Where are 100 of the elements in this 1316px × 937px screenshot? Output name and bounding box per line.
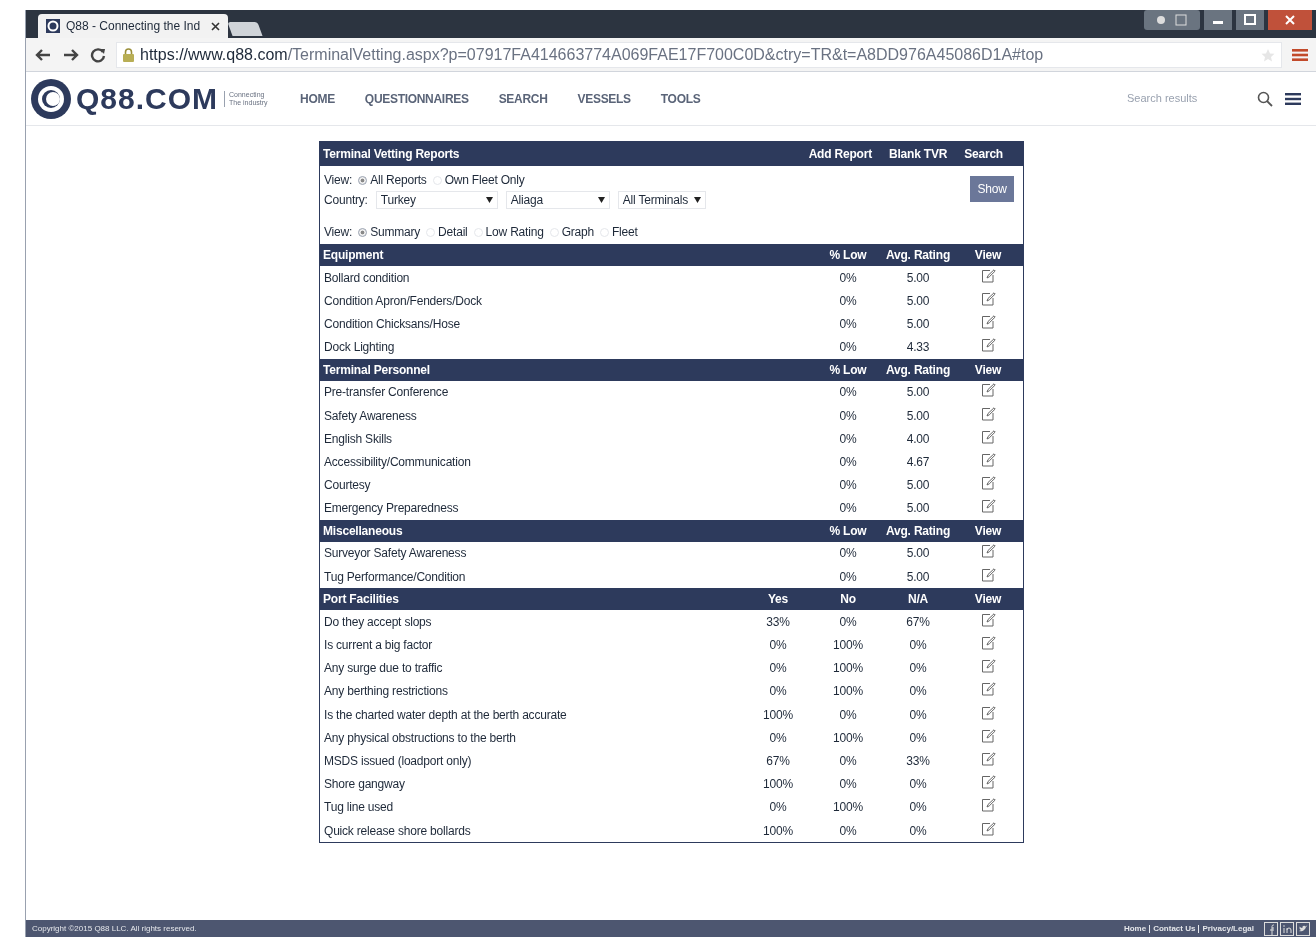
table-cell-text: 0% — [908, 637, 928, 655]
table-cell-text: 0% — [908, 683, 928, 701]
nav-link[interactable]: SEARCH — [498, 89, 548, 108]
dropdown[interactable]: All Terminals — [617, 191, 706, 209]
table-cell-text: 0% — [838, 453, 858, 471]
edit-icon[interactable] — [980, 821, 996, 836]
address-bar[interactable]: https://www.q88.com/TerminalVetting.aspx?p=07917FA414663774A069FAE17F700C0D&ctry=TR&t=A8DD976A45086D1A#top — [116, 41, 1282, 68]
footer-link[interactable]: Home — [1123, 924, 1147, 933]
nav-link[interactable]: QUESTIONNAIRES — [364, 89, 469, 108]
radio-button[interactable] — [358, 227, 368, 237]
search-icon[interactable] — [1257, 90, 1273, 107]
edit-icon[interactable] — [980, 429, 996, 444]
table-cell-text: 5.00 — [905, 500, 931, 518]
caret-icon — [597, 197, 605, 203]
social-icon[interactable] — [1280, 921, 1294, 936]
table-cell-text: 0% — [838, 822, 858, 840]
table-cell-text: 100% — [762, 776, 794, 794]
edit-icon[interactable] — [980, 775, 996, 790]
table-cell-text: 0% — [838, 776, 858, 794]
nav-link[interactable]: TOOLS — [660, 89, 701, 108]
table-cell-text: 0% — [908, 776, 928, 794]
table-cell-text: 0% — [768, 683, 788, 701]
column-header: No — [839, 591, 857, 609]
show-button[interactable]: Show — [970, 176, 1014, 202]
dropdown[interactable]: Turkey — [375, 191, 498, 209]
row-label: Bollard condition — [324, 269, 411, 287]
table-cell-text: 0% — [908, 706, 928, 724]
table-cell-text: 0% — [768, 799, 788, 817]
edit-icon[interactable] — [980, 682, 996, 697]
section-title: Port Facilities — [323, 591, 400, 609]
table-cell-text: 33% — [765, 613, 791, 631]
table-cell-text: 0% — [838, 477, 858, 495]
row-label: English Skills — [324, 430, 393, 448]
row-label: Dock Lighting — [324, 339, 396, 357]
copyright-text: Copyright ©2015 Q88 LLC. All rights reserved. — [32, 922, 197, 935]
bird-icon[interactable] — [1296, 921, 1310, 936]
edit-icon[interactable] — [980, 544, 996, 559]
edit-icon[interactable] — [980, 499, 996, 514]
dropdown[interactable]: Aliaga — [505, 191, 610, 209]
close-icon[interactable] — [211, 21, 220, 31]
column-header: % Low — [828, 247, 868, 264]
edit-icon[interactable] — [980, 406, 996, 421]
radio-label: All Reports — [370, 172, 427, 189]
nav-link[interactable]: VESSELS — [577, 89, 631, 108]
edit-icon[interactable] — [980, 291, 996, 306]
edit-icon[interactable] — [980, 751, 996, 766]
column-header: Avg. Rating — [885, 361, 951, 379]
new-tab-button[interactable] — [227, 22, 263, 36]
edit-icon[interactable] — [980, 383, 996, 398]
edit-icon[interactable] — [980, 452, 996, 467]
footer-link[interactable]: Contact Us — [1149, 924, 1196, 933]
row-label: Courtesy — [324, 477, 372, 495]
section-title: Miscellaneous — [323, 522, 404, 540]
forward-icon[interactable] — [62, 47, 80, 62]
header-link[interactable]: Blank TVR — [888, 145, 948, 163]
table-cell-text: 0% — [838, 613, 858, 631]
browser-tab[interactable]: Q88 - Connecting the Ind — [38, 14, 228, 38]
radio-label: Own Fleet Only — [444, 172, 525, 189]
minimize-icon[interactable] — [1204, 10, 1232, 30]
table-cell-text: 5.00 — [905, 545, 931, 563]
edit-icon[interactable] — [980, 798, 996, 813]
window-tools-icon[interactable] — [1144, 10, 1200, 30]
table-cell-text: 5.00 — [905, 292, 931, 310]
menu-icon[interactable] — [1285, 91, 1301, 106]
edit-icon[interactable] — [980, 338, 996, 353]
edit-icon[interactable] — [980, 314, 996, 329]
table-cell-text: 0% — [908, 799, 928, 817]
column-header: % Low — [828, 361, 868, 379]
nav-link[interactable]: HOME — [300, 89, 335, 108]
table-cell-text: 4.67 — [905, 453, 931, 471]
radio-button[interactable] — [358, 175, 368, 185]
social-icon[interactable] — [1264, 921, 1278, 936]
column-header: View — [973, 591, 1003, 609]
header-link[interactable]: Add Report — [808, 145, 872, 163]
back-icon[interactable] — [34, 47, 52, 62]
section-title: Equipment — [323, 247, 385, 264]
radio-label: Summary — [370, 224, 421, 241]
edit-icon[interactable] — [980, 612, 996, 627]
edit-icon[interactable] — [980, 476, 996, 491]
logo-text[interactable]: Q88.COM — [76, 76, 219, 121]
search-field[interactable]: Search results — [1127, 90, 1247, 107]
maximize-icon[interactable] — [1236, 10, 1264, 30]
edit-icon[interactable] — [980, 705, 996, 720]
edit-icon[interactable] — [980, 728, 996, 743]
url-path: /TerminalVetting.aspx?p=07917FA414663774A069FAE17F700C0D&ctry=TR&t=A8DD976A45086D1A#top — [287, 44, 1044, 65]
edit-icon[interactable] — [980, 659, 996, 674]
reload-icon[interactable] — [90, 46, 106, 63]
footer-link[interactable]: Privacy/Legal — [1198, 924, 1254, 933]
table-cell-text: 5.00 — [905, 384, 931, 402]
row-label: Safety Awareness — [324, 407, 418, 425]
field-label: Country: — [324, 192, 368, 209]
star-icon[interactable] — [1261, 47, 1275, 62]
edit-icon[interactable] — [980, 567, 996, 582]
table-cell-text: 0% — [768, 729, 788, 747]
table-cell-text: 100% — [832, 637, 864, 655]
header-link[interactable]: Search — [964, 145, 1003, 163]
caret-icon — [693, 197, 701, 203]
edit-icon[interactable] — [980, 636, 996, 651]
radio-label: Graph — [561, 224, 594, 241]
edit-icon[interactable] — [980, 268, 996, 283]
